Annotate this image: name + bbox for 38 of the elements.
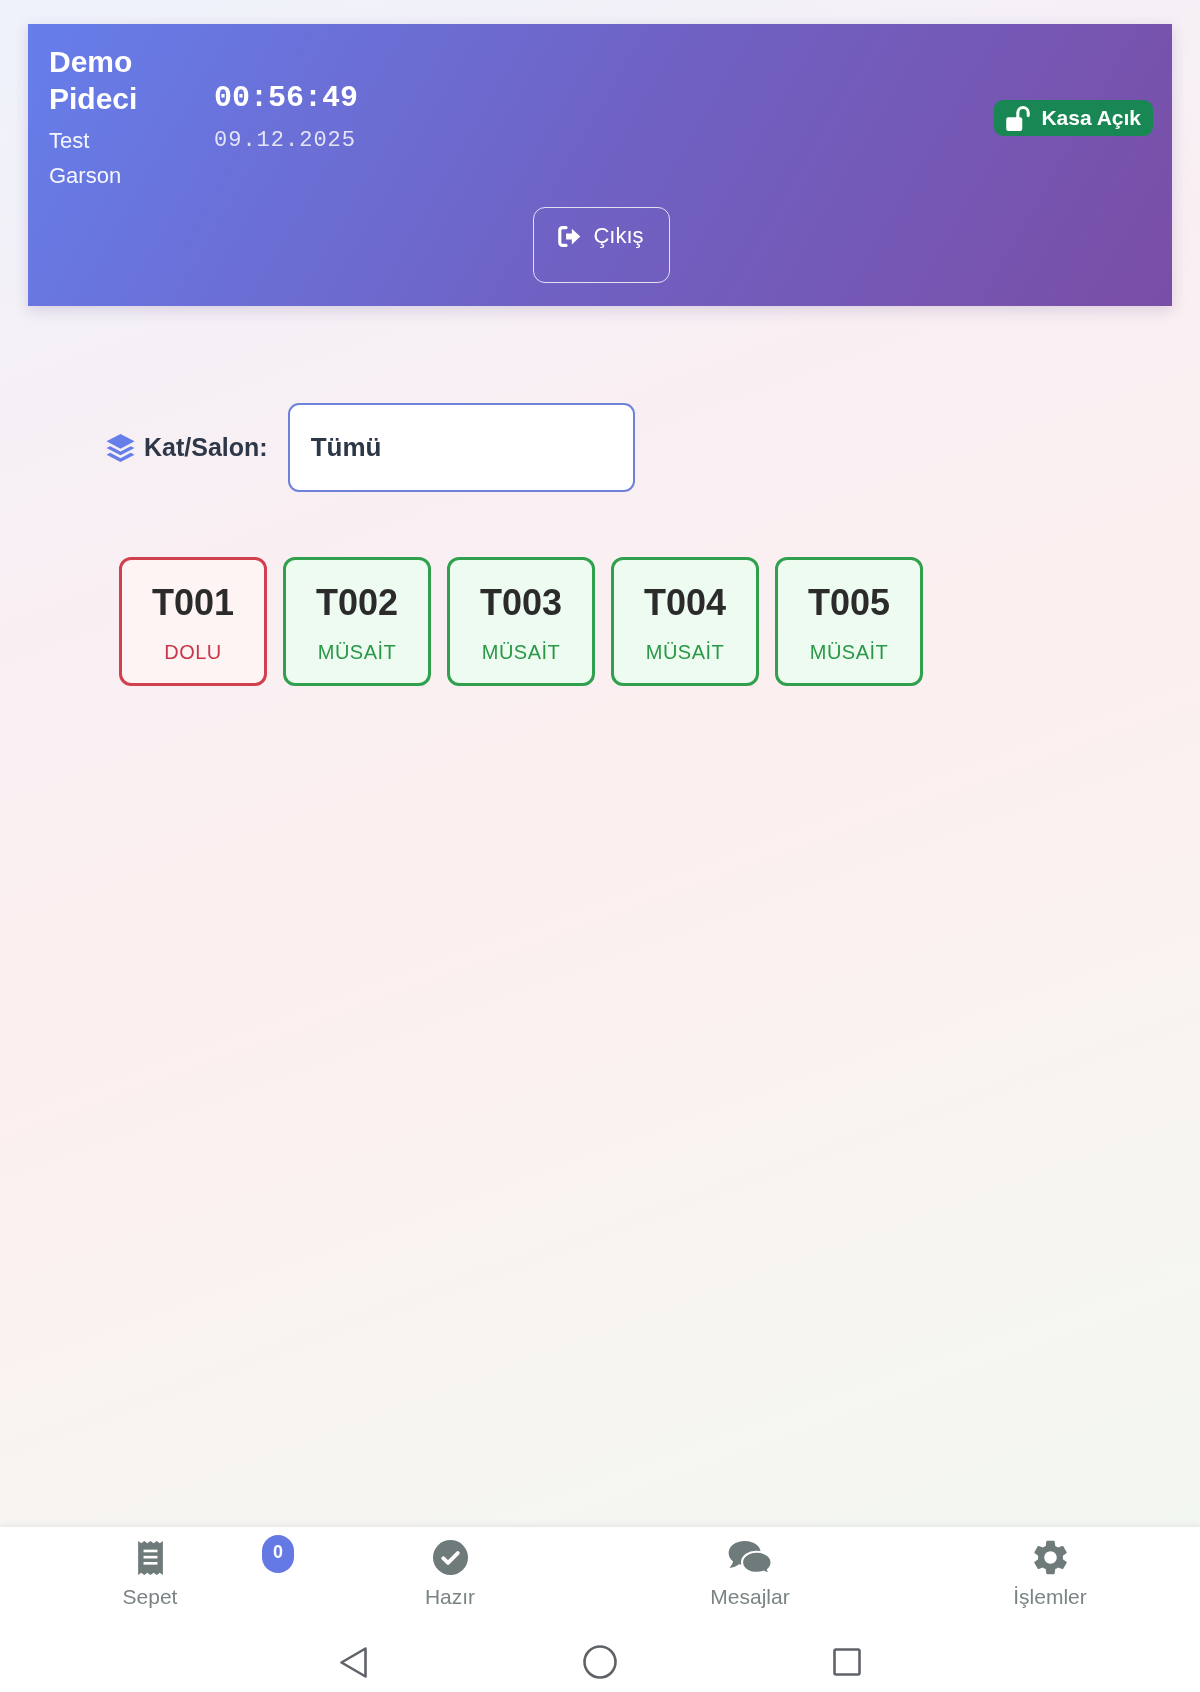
floor-select[interactable]: Tümü: [287, 403, 635, 492]
chat-bubbles-icon[interactable]: [727, 1541, 773, 1574]
clock-time: 00:56:49: [214, 80, 359, 117]
available-table-card[interactable]: T002 MÜSAİT: [283, 557, 431, 686]
logout-button[interactable]: Çıkış: [532, 207, 670, 283]
available-table-card[interactable]: T003 MÜSAİT: [447, 557, 595, 686]
available-table-card[interactable]: T004 MÜSAİT: [611, 557, 759, 686]
back-icon[interactable]: [339, 1646, 367, 1678]
available-table-card[interactable]: T005 MÜSAİT: [775, 557, 923, 686]
floor-filter-label: Kat/Salon:: [144, 433, 268, 462]
check-circle-icon[interactable]: [432, 1540, 468, 1575]
receipt-icon[interactable]: [136, 1540, 164, 1575]
nav-tab[interactable]: Hazır: [300, 1527, 600, 1632]
padlock-icon: [1006, 105, 1031, 131]
user-name: Test Garson: [49, 127, 123, 190]
clock-date: 09.12.2025: [214, 127, 357, 155]
table-number: T002: [315, 581, 399, 625]
logout-icon[interactable]: [558, 225, 582, 247]
table-status: MÜSAİT: [317, 640, 397, 664]
nav-tab[interactable]: İşlemler: [900, 1527, 1200, 1632]
nav-tab[interactable]: Mesajlar: [600, 1527, 900, 1632]
occupied-table-card[interactable]: T001 DOLU: [119, 557, 267, 686]
table-status: DOLU: [164, 640, 222, 664]
recent-apps-icon[interactable]: [832, 1648, 861, 1676]
register-status-label: Kasa Açık: [1041, 106, 1141, 130]
table-status: MÜSAİT: [645, 640, 725, 664]
table-status: MÜSAİT: [809, 640, 889, 664]
home-icon[interactable]: [582, 1645, 617, 1679]
count-badge: 0: [262, 1535, 294, 1573]
table-number: T003: [479, 581, 563, 625]
table-number: T005: [807, 581, 891, 625]
business-name: Demo Pideci: [49, 44, 139, 117]
table-number: T001: [151, 581, 235, 625]
table-number: T004: [643, 581, 727, 625]
settings-icon[interactable]: [1033, 1540, 1067, 1575]
nav-tab[interactable]: Sepet 0: [0, 1527, 300, 1632]
layers-icon: [106, 433, 135, 462]
table-status: MÜSAİT: [481, 640, 561, 664]
